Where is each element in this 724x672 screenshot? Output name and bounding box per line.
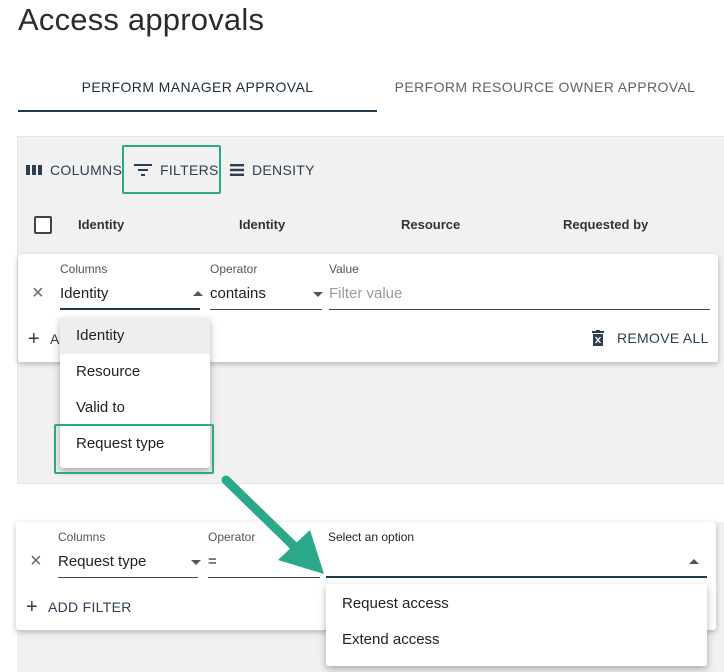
remove-all-button[interactable]: REMOVE ALL: [592, 330, 709, 346]
filter-value-underline: [329, 309, 710, 310]
column-header-resource[interactable]: Resource: [401, 217, 460, 232]
operator-select-value[interactable]: contains: [210, 285, 266, 302]
density-icon: [230, 164, 244, 176]
select-all-checkbox[interactable]: [34, 216, 52, 234]
filter-value-input[interactable]: Filter value: [329, 285, 402, 302]
delete-icon: [592, 330, 604, 346]
chevron-up-icon[interactable]: [193, 291, 203, 296]
select-option-underline[interactable]: [326, 576, 707, 578]
tab-perform-resource-owner-approval[interactable]: PERFORM RESOURCE OWNER APPROVAL: [380, 78, 710, 112]
column-header-requested-by[interactable]: Requested by: [563, 217, 648, 232]
columns-button-label: COLUMNS: [50, 162, 123, 178]
operator-select-underline: [210, 309, 322, 310]
remove-all-label: REMOVE ALL: [617, 330, 709, 346]
plus-icon: +: [26, 596, 38, 618]
columns-select-value[interactable]: Request type: [58, 553, 146, 570]
request-type-highlight: [54, 424, 214, 474]
columns-icon: [26, 165, 42, 175]
menu-item-valid-to[interactable]: Valid to: [60, 390, 210, 426]
column-header-identity-2[interactable]: Identity: [239, 217, 285, 232]
columns-select-value[interactable]: Identity: [60, 285, 108, 302]
close-icon[interactable]: ×: [30, 551, 42, 571]
add-filter-button[interactable]: + A: [28, 328, 60, 350]
columns-select-underline: [60, 308, 200, 310]
page-title: Access approvals: [18, 2, 265, 37]
operator-select-value[interactable]: =: [208, 553, 217, 570]
menu-item-request-access[interactable]: Request access: [326, 586, 707, 622]
plus-icon: +: [28, 328, 40, 350]
column-header-identity[interactable]: Identity: [78, 217, 124, 232]
options-dropdown-menu: Request access Extend access: [326, 584, 707, 666]
add-filter-label: ADD FILTER: [47, 599, 132, 615]
add-filter-button[interactable]: + ADD FILTER: [26, 596, 132, 618]
operator-field-label: Operator: [210, 262, 258, 276]
columns-select-underline: [58, 577, 198, 578]
menu-item-identity[interactable]: Identity: [60, 318, 210, 354]
chevron-down-icon[interactable]: [313, 292, 323, 297]
menu-item-resource[interactable]: Resource: [60, 354, 210, 390]
chevron-down-icon[interactable]: [191, 560, 201, 565]
columns-field-label: Columns: [58, 530, 106, 544]
value-field-label: Value: [329, 262, 359, 276]
density-button-label: DENSITY: [252, 162, 315, 178]
chevron-up-icon[interactable]: [689, 559, 699, 564]
tab-perform-manager-approval[interactable]: PERFORM MANAGER APPROVAL: [18, 78, 377, 112]
filters-highlight: [122, 145, 221, 194]
select-option-label: Select an option: [328, 530, 415, 544]
columns-field-label: Columns: [60, 262, 108, 276]
columns-button[interactable]: COLUMNS: [26, 158, 122, 182]
add-filter-label: A: [49, 331, 60, 347]
annotation-arrow-icon: [221, 475, 324, 574]
close-icon[interactable]: ×: [32, 283, 44, 303]
menu-item-extend-access[interactable]: Extend access: [326, 622, 707, 658]
density-button[interactable]: DENSITY: [230, 158, 315, 182]
